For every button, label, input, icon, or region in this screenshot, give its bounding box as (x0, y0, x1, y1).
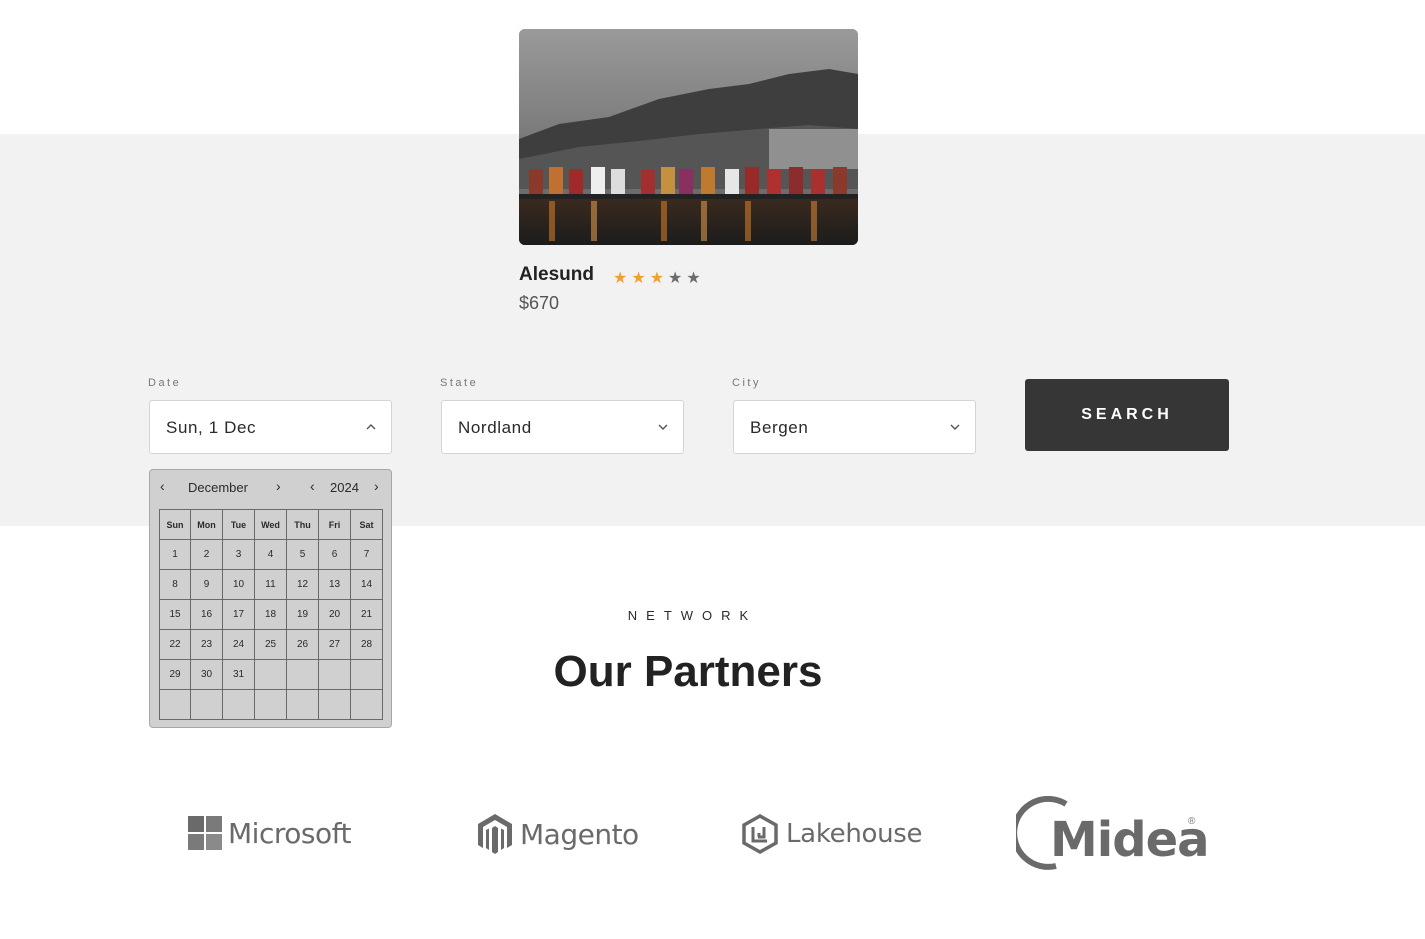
calendar-day[interactable]: 9 (190, 569, 223, 600)
weekday-header: Wed (254, 509, 287, 540)
calendar-day[interactable]: 14 (350, 569, 383, 600)
chevron-up-icon (366, 424, 376, 430)
lakehouse-logo-icon (742, 814, 778, 854)
calendar-day[interactable]: 4 (254, 539, 287, 570)
city-label: City (732, 377, 761, 389)
city-value: Bergen (750, 418, 809, 437)
calendar-day[interactable]: 5 (286, 539, 319, 570)
rating-stars: ★ ★ ★ ★ ★ (613, 270, 701, 288)
calendar-year[interactable]: 2024 (330, 480, 359, 495)
weekday-header: Tue (222, 509, 255, 540)
partner-logo-microsoft: Microsoft (188, 816, 351, 850)
star-icon: ★ (649, 270, 665, 287)
date-value: Sun, 1 Dec (166, 418, 257, 437)
calendar-day[interactable]: 11 (254, 569, 287, 600)
calendar-day[interactable]: 10 (222, 569, 255, 600)
weekday-header: Mon (190, 509, 223, 540)
magento-logo-icon (478, 814, 512, 854)
weekday-header: Sun (159, 509, 191, 540)
city-select[interactable]: Bergen (733, 400, 976, 454)
calendar-day[interactable]: 12 (286, 569, 319, 600)
weekday-header: Sat (350, 509, 383, 540)
search-button[interactable]: SEARCH (1025, 379, 1229, 451)
destination-price: $670 (519, 293, 560, 313)
section-title: Our Partners (553, 647, 823, 696)
destination-card[interactable]: Alesund ★ ★ ★ ★ ★ $670 (519, 29, 858, 313)
partner-name: Lakehouse (786, 819, 923, 849)
calendar-day[interactable]: 1 (159, 539, 191, 570)
state-value: Nordland (458, 418, 532, 437)
date-select[interactable]: Sun, 1 Dec (149, 400, 392, 454)
calendar-day[interactable]: 2 (190, 539, 223, 570)
calendar-day[interactable]: 7 (350, 539, 383, 570)
chevron-down-icon (658, 424, 668, 430)
next-year-icon[interactable]: › (374, 478, 379, 494)
weekday-header: Thu (286, 509, 319, 540)
star-icon: ★ (613, 270, 628, 287)
prev-month-icon[interactable]: ‹ (160, 478, 165, 494)
weekday-header: Fri (318, 509, 351, 540)
calendar-day[interactable]: 13 (318, 569, 351, 600)
partner-name: Magento (520, 817, 639, 851)
calendar-day[interactable]: 3 (222, 539, 255, 570)
star-icon: ★ (668, 270, 683, 287)
partner-name: Microsoft (228, 816, 351, 850)
star-icon: ★ (631, 270, 646, 287)
calendar-month[interactable]: December (188, 480, 248, 495)
microsoft-logo-icon (188, 816, 222, 850)
partner-logo-midea: Midea ® (1016, 796, 1210, 872)
partner-logo-magento: Magento (476, 812, 639, 856)
state-label: State (440, 377, 479, 389)
date-label: Date (148, 377, 182, 389)
registered-mark-icon: ® (1188, 816, 1196, 827)
section-eyebrow: NETWORK (627, 608, 758, 623)
destination-title[interactable]: Alesund (519, 264, 594, 286)
calendar-day[interactable]: 6 (318, 539, 351, 570)
chevron-down-icon (950, 424, 960, 430)
destination-photo[interactable] (519, 29, 858, 245)
calendar-day[interactable]: 8 (159, 569, 191, 600)
next-month-icon[interactable]: › (276, 478, 281, 494)
prev-year-icon[interactable]: ‹ (310, 478, 315, 494)
state-select[interactable]: Nordland (441, 400, 684, 454)
star-icon: ★ (686, 270, 701, 287)
partner-name: Midea (1050, 812, 1210, 868)
partner-logo-lakehouse: Lakehouse (742, 814, 923, 854)
